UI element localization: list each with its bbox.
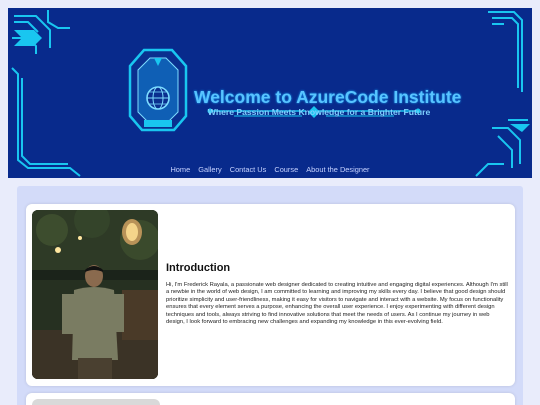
site-title: Welcome to AzureCode Institute [194, 87, 462, 107]
nav-home-link[interactable]: Home [170, 165, 190, 174]
site-tagline: Where Passion Meets Knowledge for a Brig… [207, 107, 431, 117]
introduction-heading: Introduction [166, 262, 231, 274]
designer-photo [32, 210, 158, 379]
header-banner: Welcome to AzureCode Institute Where Pas… [8, 8, 532, 178]
next-section-card [26, 393, 515, 405]
nav-gallery-link[interactable]: Gallery [198, 165, 221, 174]
nav-about-designer-link[interactable]: About the Designer [306, 165, 369, 174]
globe-shield-icon [128, 48, 188, 132]
nav-course-link[interactable]: Course [274, 165, 298, 174]
nav-contact-link[interactable]: Contact Us [230, 165, 267, 174]
main-nav: Home Gallery Contact Us Course About the… [8, 165, 532, 174]
introduction-card: Introduction Hi, I'm Frederick Rayala, a… [26, 204, 515, 386]
introduction-text: Hi, I'm Frederick Rayala, a passionate w… [166, 282, 508, 326]
image-placeholder [32, 399, 160, 405]
